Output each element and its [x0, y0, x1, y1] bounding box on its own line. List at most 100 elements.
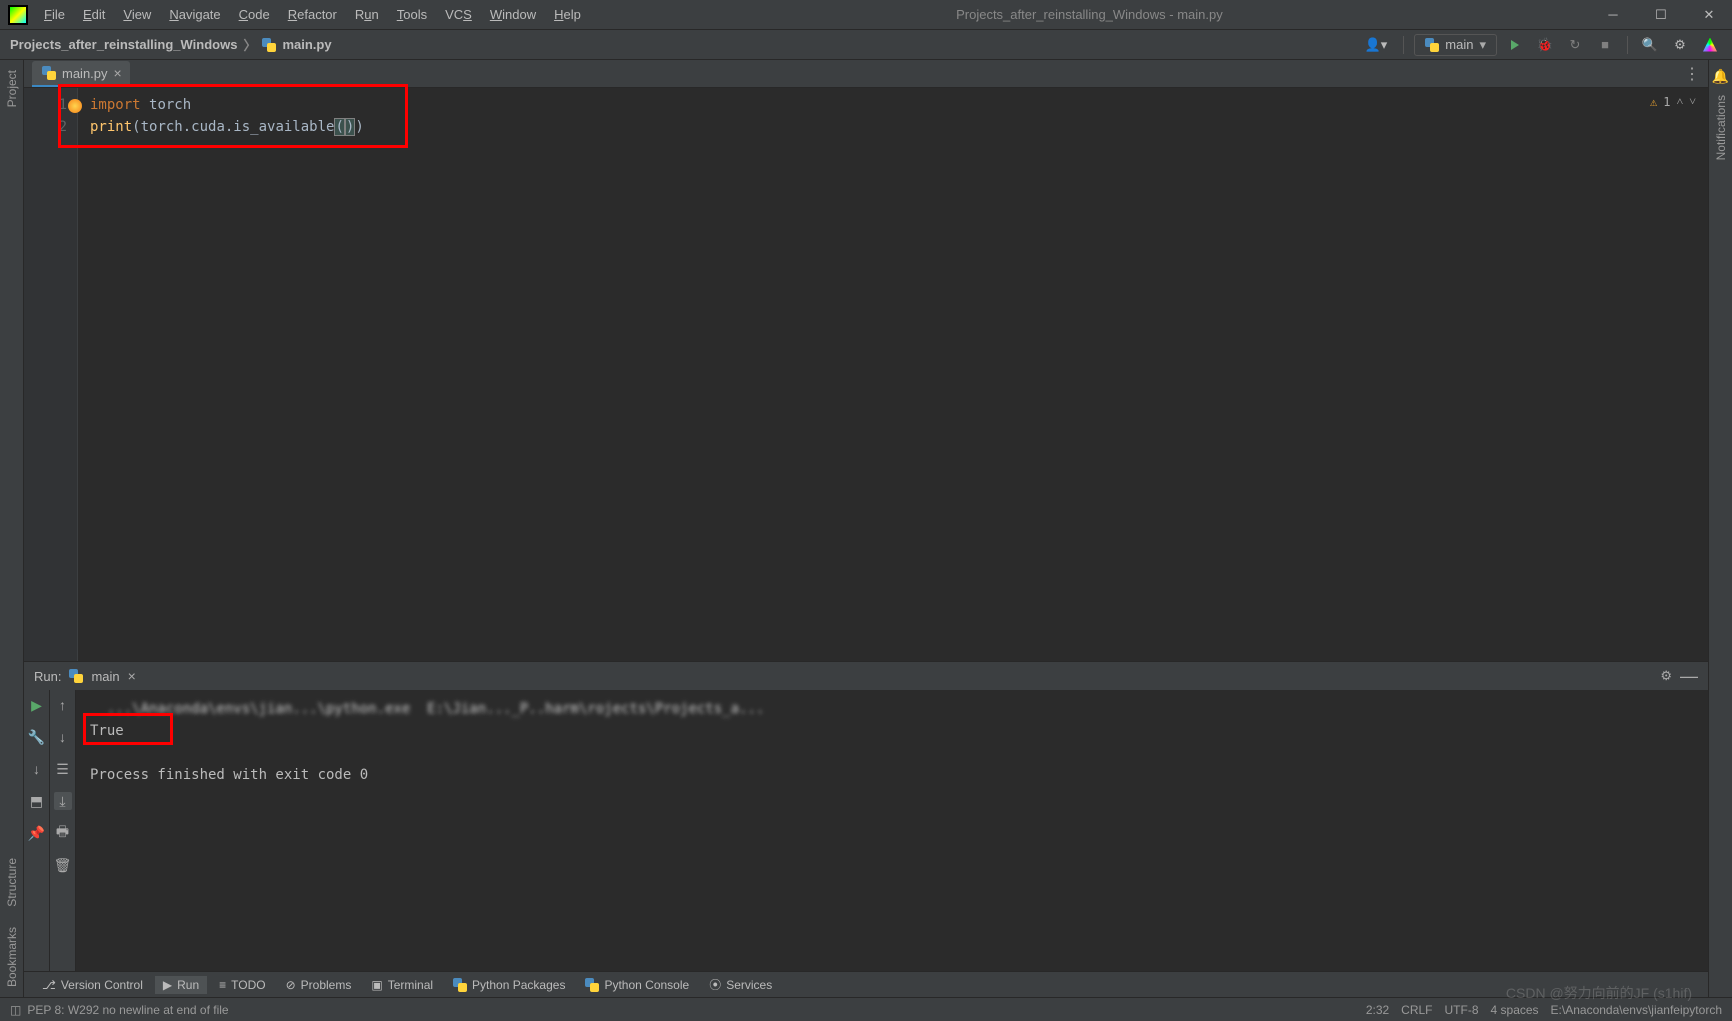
- run-toolbar-2: ↑ ↓ ☰ ⤓ 🖶 🗑: [50, 690, 76, 971]
- stop-button[interactable]: ■: [1593, 33, 1617, 57]
- status-interpreter[interactable]: E:\Anaconda\envs\jianfeipytorch: [1551, 1003, 1722, 1017]
- navbar: Projects_after_reinstalling_Windows 〉 ma…: [0, 30, 1732, 60]
- wrench-button[interactable]: 🔧: [28, 728, 46, 746]
- next-problem[interactable]: ˅: [1689, 94, 1696, 109]
- status-encoding[interactable]: UTF-8: [1445, 1003, 1479, 1017]
- run-output[interactable]: ...\Anaconda\envs\jian...\python.exe E:\…: [76, 690, 1708, 971]
- editor-tab-main[interactable]: main.py ×: [32, 61, 130, 87]
- up-arrow-button[interactable]: ↑: [54, 696, 72, 714]
- notifications-bell-icon[interactable]: 🔔: [1712, 68, 1729, 85]
- editor-area: main.py × ⋮ 1 2 ⚠ 1 ˄ ˅ import torch pri…: [24, 60, 1708, 997]
- left-tool-rail: Project Structure Bookmarks: [0, 60, 24, 997]
- status-text: PEP 8: W292 no newline at end of file: [27, 1003, 228, 1017]
- menu-edit[interactable]: Edit: [75, 3, 113, 26]
- code-line-2[interactable]: print(torch.cuda.is_available()): [90, 116, 1708, 138]
- tab-close-button[interactable]: ×: [114, 65, 122, 81]
- run-header: Run: main × ⚙ —: [24, 662, 1708, 690]
- code-with-me-button[interactable]: 👤▾: [1359, 35, 1394, 55]
- tool-services[interactable]: ⦿Services: [701, 974, 780, 995]
- editor-body[interactable]: 1 2 ⚠ 1 ˄ ˅ import torch print(torch.cud…: [24, 88, 1708, 661]
- tool-run[interactable]: ▶Run: [155, 976, 207, 994]
- run-toolbar-1: ▶ 🔧 ↓ ⬒ 📌: [24, 690, 50, 971]
- code-area[interactable]: ⚠ 1 ˄ ˅ import torch print(torch.cuda.is…: [78, 88, 1708, 661]
- scroll-end-button[interactable]: ⤓: [54, 792, 72, 810]
- run-tab-close[interactable]: ×: [128, 668, 136, 684]
- tool-terminal[interactable]: ▣Terminal: [363, 976, 441, 994]
- menu-navigate[interactable]: Navigate: [161, 3, 228, 26]
- right-tool-rail: 🔔 Notifications: [1708, 60, 1732, 997]
- run-config-name[interactable]: main: [91, 669, 119, 684]
- gradient-button[interactable]: [1698, 33, 1722, 57]
- rail-structure[interactable]: Structure: [5, 848, 19, 917]
- tool-python-packages[interactable]: Python Packages: [445, 976, 573, 994]
- inspection-widget[interactable]: ⚠ 1 ˄ ˅: [1650, 94, 1696, 109]
- editor-tabbar: main.py × ⋮: [24, 60, 1708, 88]
- menu-tools[interactable]: Tools: [389, 3, 435, 26]
- code-line-1[interactable]: import torch: [90, 94, 1708, 116]
- python-file-icon: [42, 66, 56, 80]
- menu-view[interactable]: View: [115, 3, 159, 26]
- run-body: ▶ 🔧 ↓ ⬒ 📌 ↑ ↓ ☰ ⤓ 🖶 🗑 ...\Anaconda\envs\…: [24, 690, 1708, 971]
- status-message[interactable]: ◫ PEP 8: W292 no newline at end of file: [10, 1003, 229, 1017]
- menu-refactor[interactable]: Refactor: [280, 3, 345, 26]
- python-icon: [69, 669, 83, 683]
- layout-button[interactable]: ⬒: [28, 792, 46, 810]
- titlebar: File Edit View Navigate Code Refactor Ru…: [0, 0, 1732, 30]
- debug-button[interactable]: 🐞: [1533, 33, 1557, 57]
- menu-help[interactable]: Help: [546, 3, 589, 26]
- delete-button[interactable]: 🗑: [54, 856, 72, 874]
- settings-button[interactable]: ⚙: [1668, 33, 1692, 57]
- run-settings-button[interactable]: ⚙: [1660, 668, 1672, 684]
- tool-window-icon[interactable]: ◫: [10, 1003, 21, 1017]
- pin-button[interactable]: 📌: [28, 824, 46, 842]
- intention-bulb-icon[interactable]: [68, 99, 82, 113]
- search-everywhere-button[interactable]: 🔍: [1638, 33, 1662, 57]
- gutter[interactable]: 1 2: [24, 88, 78, 661]
- tool-problems[interactable]: ⊘Problems: [278, 976, 360, 994]
- run-hide-button[interactable]: —: [1680, 666, 1698, 687]
- breadcrumb[interactable]: Projects_after_reinstalling_Windows 〉 ma…: [10, 35, 332, 54]
- menu-run[interactable]: Run: [347, 3, 387, 26]
- tool-version-control[interactable]: ⎇Version Control: [34, 976, 151, 994]
- status-position[interactable]: 2:32: [1366, 1003, 1389, 1017]
- coverage-button[interactable]: ↻: [1563, 33, 1587, 57]
- warning-icon: ⚠: [1650, 95, 1657, 109]
- menubar: File Edit View Navigate Code Refactor Ru…: [36, 3, 589, 26]
- breadcrumb-file[interactable]: main.py: [282, 37, 331, 52]
- line-number[interactable]: 1: [24, 94, 67, 116]
- run-button[interactable]: [1503, 33, 1527, 57]
- output-exit: Process finished with exit code 0: [90, 764, 1700, 786]
- maximize-button[interactable]: ☐: [1638, 0, 1684, 30]
- window-controls: ─ ☐ ✕: [1590, 0, 1732, 30]
- run-config-selector[interactable]: main ▾: [1414, 34, 1497, 56]
- rail-bookmarks[interactable]: Bookmarks: [5, 917, 19, 997]
- warning-count: 1: [1663, 95, 1670, 109]
- run-tool-window: Run: main × ⚙ — ▶ 🔧 ↓ ⬒ 📌 ↑ ↓: [24, 661, 1708, 971]
- menu-code[interactable]: Code: [231, 3, 278, 26]
- tab-label: main.py: [62, 66, 108, 81]
- down-arrow-button[interactable]: ↓: [54, 728, 72, 746]
- line-number[interactable]: 2: [24, 116, 67, 138]
- status-indent[interactable]: 4 spaces: [1491, 1003, 1539, 1017]
- minimize-button[interactable]: ─: [1590, 0, 1636, 30]
- status-line-separator[interactable]: CRLF: [1401, 1003, 1432, 1017]
- python-icon: [1425, 38, 1439, 52]
- tool-todo[interactable]: ≡TODO: [211, 976, 273, 994]
- rerun-button[interactable]: ▶: [28, 696, 46, 714]
- main-area: Project Structure Bookmarks main.py × ⋮ …: [0, 60, 1732, 997]
- print-button[interactable]: 🖶: [54, 824, 72, 842]
- menu-window[interactable]: Window: [482, 3, 544, 26]
- rail-notifications[interactable]: Notifications: [1714, 85, 1728, 170]
- close-button[interactable]: ✕: [1686, 0, 1732, 30]
- rail-project[interactable]: Project: [5, 60, 19, 117]
- menu-vcs[interactable]: VCS: [437, 3, 480, 26]
- python-icon: [453, 978, 467, 992]
- menu-file[interactable]: File: [36, 3, 73, 26]
- prev-problem[interactable]: ˄: [1676, 94, 1683, 109]
- down-button[interactable]: ↓: [28, 760, 46, 778]
- tabbar-more-button[interactable]: ⋮: [1684, 64, 1700, 84]
- tool-python-console[interactable]: Python Console: [577, 976, 697, 994]
- breadcrumb-project[interactable]: Projects_after_reinstalling_Windows: [10, 37, 237, 52]
- soft-wrap-button[interactable]: ☰: [54, 760, 72, 778]
- bottom-toolbar: ⎇Version Control ▶Run ≡TODO ⊘Problems ▣T…: [24, 971, 1708, 997]
